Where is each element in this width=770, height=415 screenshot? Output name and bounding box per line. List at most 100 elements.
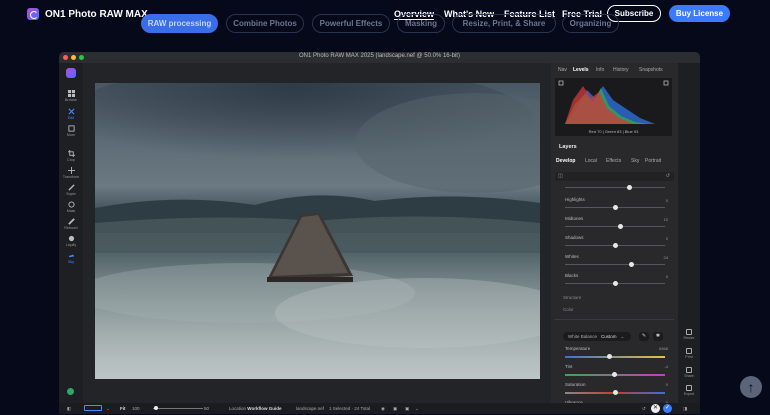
- tool-label: Transform: [62, 175, 80, 179]
- tool-crop[interactable]: Crop: [59, 150, 83, 162]
- location-value[interactable]: Workflow Guide: [247, 406, 281, 411]
- tool-share[interactable]: Share: [678, 367, 700, 378]
- slider-exposure-knob[interactable]: [627, 185, 632, 190]
- auto-white-balance-icon[interactable]: ✱: [653, 332, 663, 341]
- slider-value[interactable]: 24: [664, 255, 668, 260]
- slider-knob[interactable]: [611, 372, 617, 377]
- tool-edit[interactable]: Edit: [59, 108, 83, 120]
- tab-effects[interactable]: Effects: [606, 158, 621, 164]
- feature-tab-masking[interactable]: Masking: [397, 14, 445, 33]
- eye-icon[interactable]: ◉: [381, 406, 385, 412]
- buy-license-button[interactable]: Buy License: [669, 5, 730, 22]
- tool-label: Print: [685, 355, 693, 359]
- feature-tab-combine-photos[interactable]: Combine Photos: [226, 14, 304, 33]
- slider-track[interactable]: [565, 356, 665, 358]
- feature-tab-raw-processing[interactable]: RAW processing: [141, 14, 218, 33]
- slider-knob[interactable]: [612, 205, 618, 210]
- zoom-slider-track[interactable]: [153, 408, 203, 409]
- white-balance-dropdown[interactable]: White Balance Custom ⌄: [563, 332, 631, 341]
- slider-value[interactable]: 0: [666, 198, 668, 203]
- tab-sky[interactable]: Sky: [631, 158, 639, 164]
- status-dropdown-icon[interactable]: ⌄: [415, 406, 419, 412]
- photo-canvas[interactable]: [95, 83, 540, 379]
- eyedropper-icon[interactable]: ✎: [639, 332, 649, 341]
- tool-label: Crop: [67, 158, 75, 162]
- view-mode-dropdown-icon[interactable]: ⌄: [106, 406, 110, 412]
- sky-icon: [68, 254, 74, 258]
- sidebar-toggle-icon[interactable]: ◧: [67, 406, 71, 412]
- tab-develop[interactable]: Develop: [556, 158, 575, 164]
- tool-resize[interactable]: Resize: [678, 329, 700, 340]
- slider-exposure-track[interactable]: [565, 187, 665, 188]
- tool-label: More: [66, 133, 76, 137]
- mask-icon: [67, 201, 75, 208]
- tool-liquify[interactable]: Liquify: [59, 235, 83, 247]
- sliders-icon: [68, 108, 74, 115]
- slider-track[interactable]: [565, 226, 665, 227]
- panel-toggle-icon[interactable]: ◫: [558, 173, 563, 179]
- white-balance-label: White Balance: [568, 334, 598, 339]
- zoom-slider-knob[interactable]: [154, 406, 158, 410]
- tool-retouch[interactable]: Retouch: [59, 218, 83, 230]
- confirm-icon[interactable]: ✓: [663, 404, 672, 413]
- slider-track[interactable]: [565, 264, 665, 265]
- tool-more[interactable]: More: [59, 125, 83, 137]
- tool-print[interactable]: Print: [678, 348, 700, 359]
- slider-knob[interactable]: [628, 262, 634, 267]
- slider-value[interactable]: 0: [666, 274, 668, 279]
- histogram-graph: [558, 80, 669, 124]
- tab-info[interactable]: Info: [596, 67, 604, 73]
- slider-value[interactable]: 0: [666, 382, 668, 387]
- view-mode-grid-icon[interactable]: [84, 405, 102, 411]
- tool-super[interactable]: Super: [59, 184, 83, 196]
- structure-section[interactable]: Structure: [563, 295, 581, 300]
- slider-knob[interactable]: [612, 390, 618, 395]
- histogram-readout: Red 70 | Green 83 | Blue 93: [588, 129, 639, 134]
- tab-nav[interactable]: Nav: [558, 67, 567, 73]
- reset-icon[interactable]: ↺: [666, 173, 670, 179]
- panel-header-bar: ◫ ↺: [555, 172, 674, 181]
- print-icon: [686, 348, 692, 354]
- tool-export[interactable]: Export: [678, 385, 700, 396]
- feature-tab-powerful-effects[interactable]: Powerful Effects: [312, 14, 390, 33]
- tab-local[interactable]: Local: [585, 158, 597, 164]
- tab-history[interactable]: History: [613, 67, 629, 73]
- bandage-icon: [67, 218, 75, 225]
- scroll-to-top-button[interactable]: ↑: [740, 376, 762, 398]
- feature-tab-resize-print-share[interactable]: Resize, Print, & Share: [452, 14, 556, 33]
- close-icon[interactable]: ✕: [651, 404, 660, 413]
- slider-knob[interactable]: [612, 281, 618, 286]
- fit-label[interactable]: Fit: [120, 406, 126, 411]
- right-toolbar: Resize Print Share Export: [678, 63, 700, 403]
- slider-value[interactable]: 10: [664, 217, 668, 222]
- selection-count: 1 Selected · 24 Total: [329, 406, 370, 411]
- left-toolbar: Browse Edit More Crop Transform Super Ma…: [59, 63, 83, 403]
- tool-transform[interactable]: Transform: [59, 167, 83, 179]
- tab-levels[interactable]: Levels: [573, 67, 589, 73]
- layers-heading[interactable]: Layers: [559, 144, 577, 150]
- tool-mask[interactable]: Mask: [59, 201, 83, 213]
- slider-knob[interactable]: [606, 354, 612, 359]
- tool-sky[interactable]: Sky: [59, 252, 83, 264]
- window-titlebar: ON1 Photo RAW MAX 2025 (landscape.nef @ …: [59, 52, 700, 63]
- slider-label: Blacks: [565, 273, 579, 278]
- slider-value[interactable]: 5468: [659, 346, 668, 351]
- tool-browse[interactable]: Browse: [59, 90, 83, 102]
- undo-icon[interactable]: ↺: [642, 406, 646, 412]
- liquify-icon: [68, 235, 74, 242]
- tab-portrait[interactable]: Portrait: [645, 158, 661, 164]
- slider-knob[interactable]: [617, 224, 623, 229]
- tab-snapshots[interactable]: Snapshots: [639, 67, 663, 73]
- file-name: landscape.nef: [296, 406, 325, 411]
- slider-knob[interactable]: [612, 243, 618, 248]
- brand-logo[interactable]: ON1 Photo RAW MAX: [27, 8, 148, 20]
- slider-value[interactable]: 0: [666, 236, 668, 241]
- feature-tab-organizing[interactable]: Organizing: [562, 14, 619, 33]
- slider-value[interactable]: -4: [664, 364, 668, 369]
- zoom-value[interactable]: 100: [132, 406, 140, 411]
- compare-icon[interactable]: ▣: [393, 406, 397, 412]
- panel-toggle-right-icon[interactable]: ◨: [683, 406, 687, 412]
- brand-name: ON1 Photo RAW MAX: [45, 8, 148, 20]
- info-icon[interactable]: ▣: [405, 406, 409, 412]
- color-section[interactable]: Color: [563, 307, 574, 312]
